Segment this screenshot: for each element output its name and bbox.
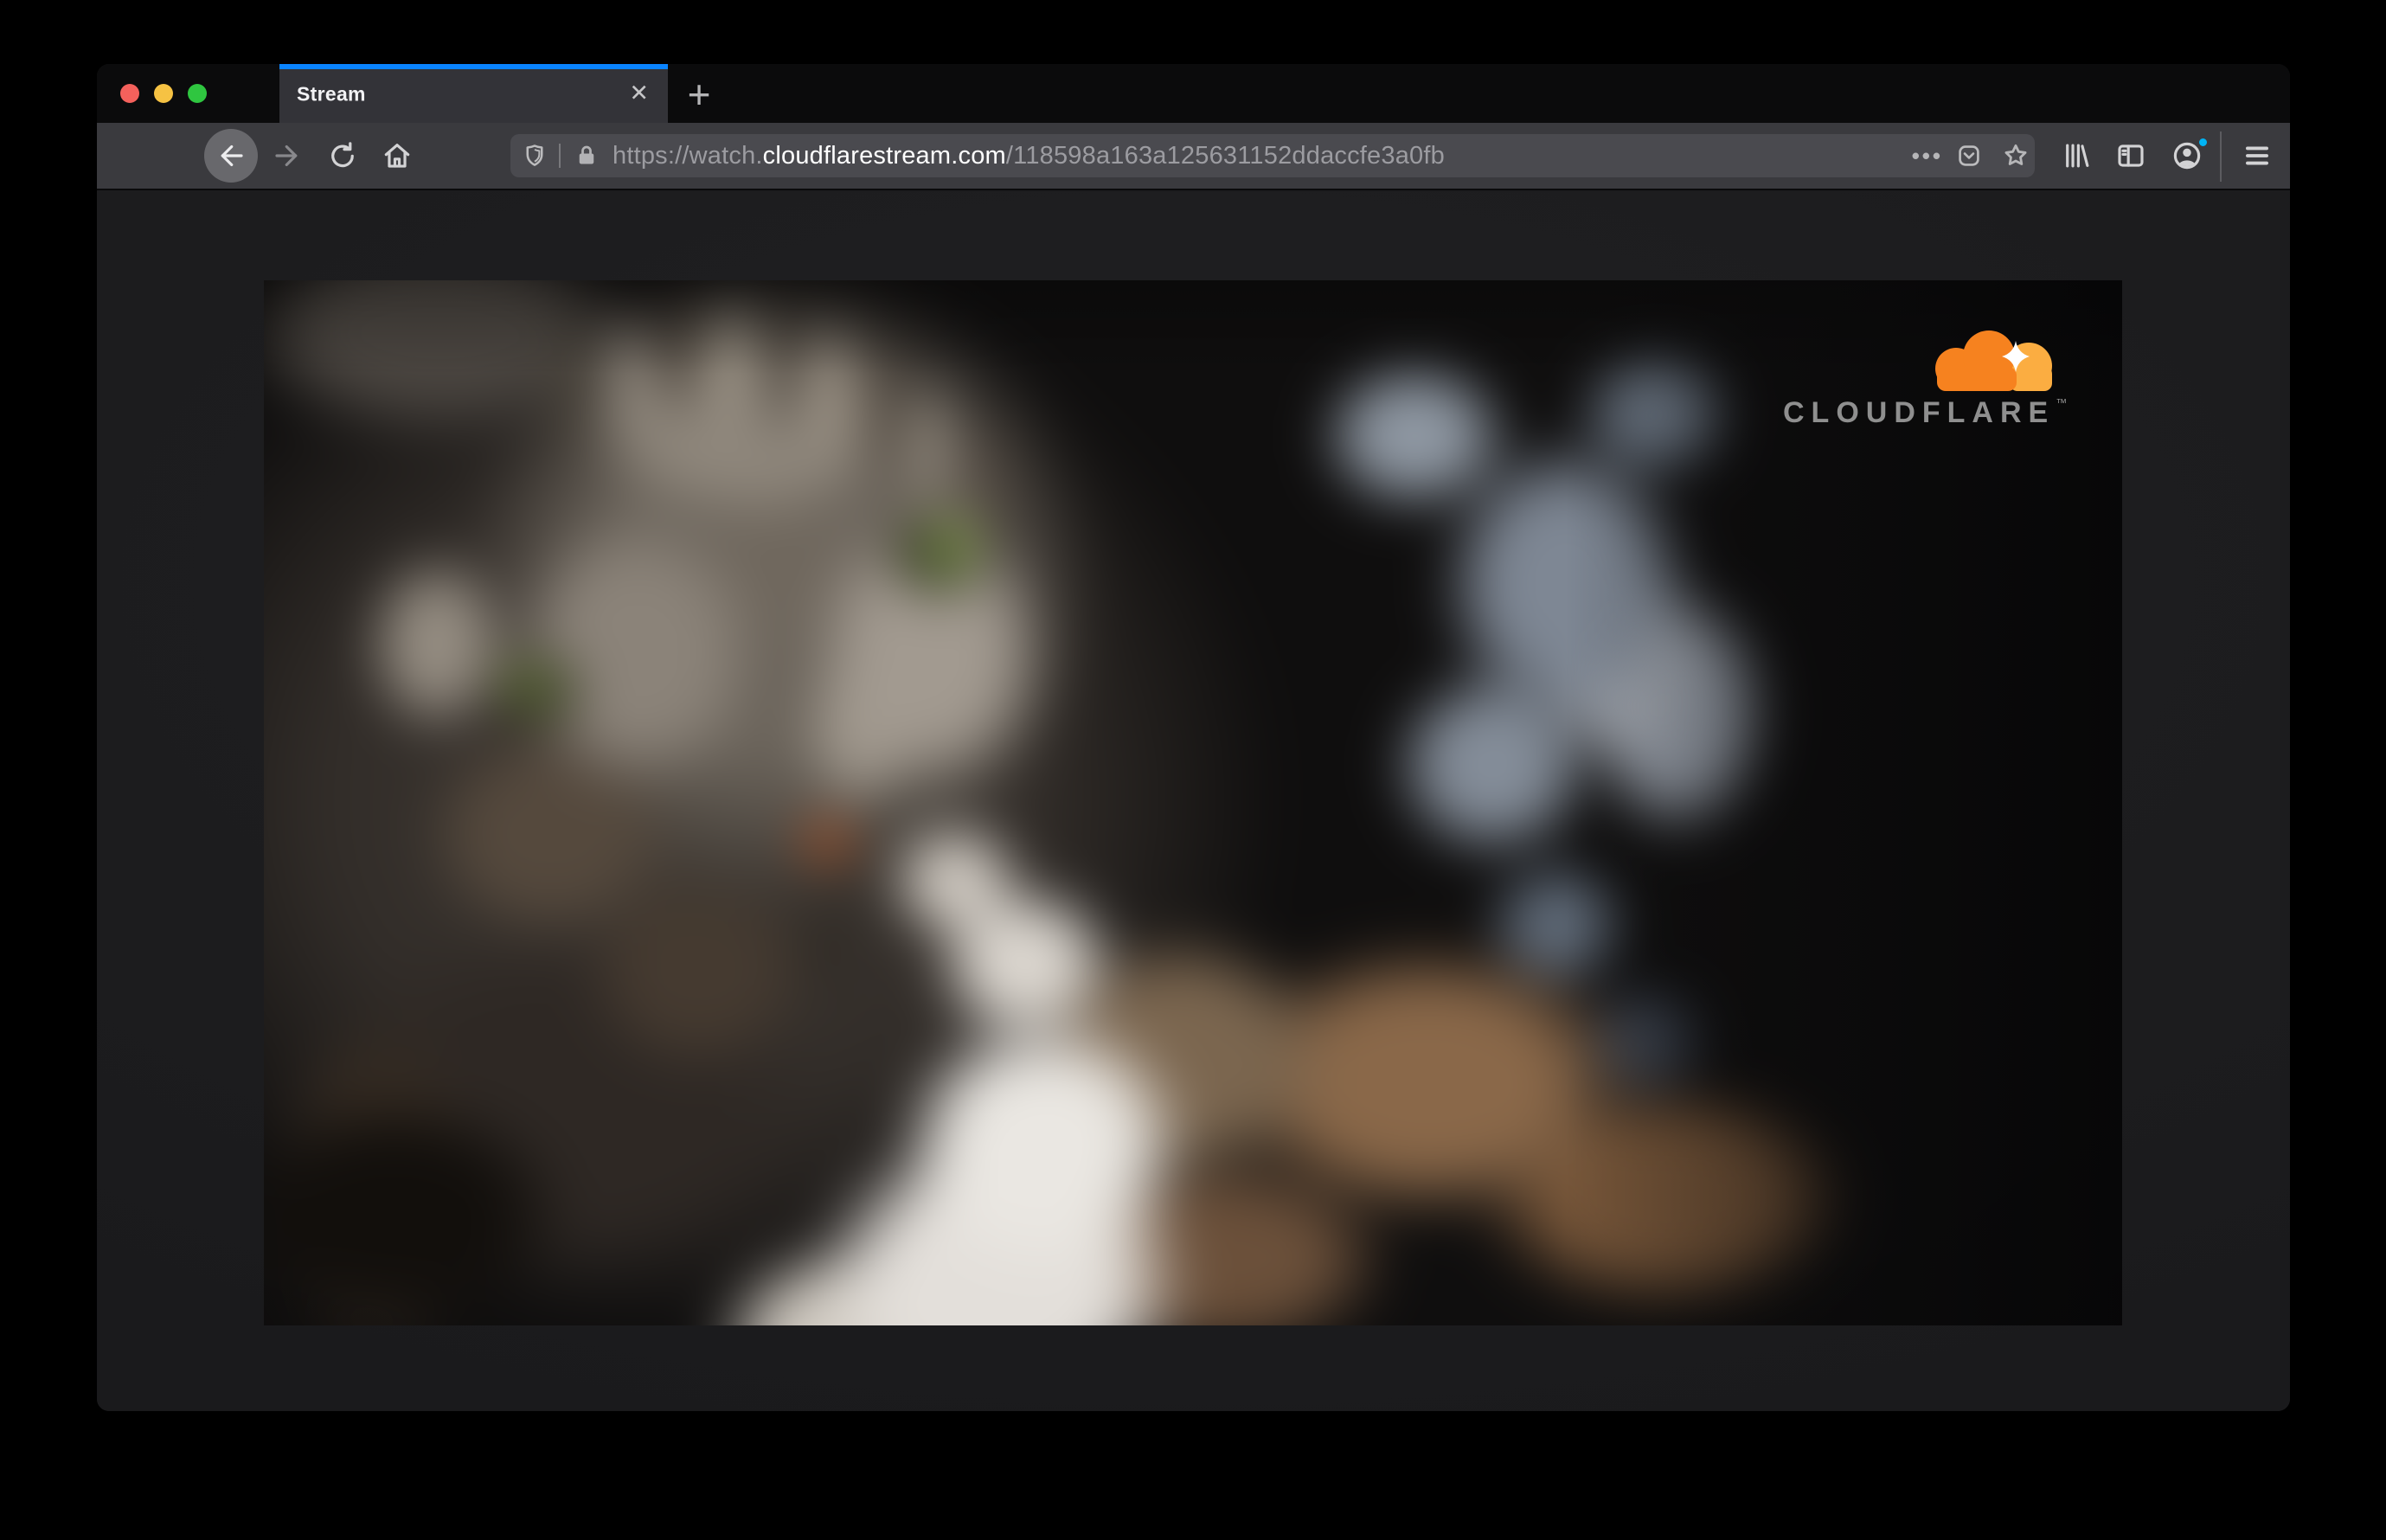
page-actions-icon[interactable]: ••• xyxy=(1908,144,1947,167)
cloudflare-brand-text: CLOUDFLARE xyxy=(1783,396,2056,429)
sidebar-toggle-button[interactable] xyxy=(2114,139,2147,172)
video-player[interactable]: CLOUDFLARE ™ xyxy=(264,280,2122,1325)
window-minimize-button[interactable] xyxy=(154,84,173,103)
url-path: /118598a163a125631152ddaccfe3a0fb xyxy=(1005,141,1445,170)
account-notification-badge xyxy=(2197,136,2210,149)
url-domain: cloudflarestream.com xyxy=(762,141,1006,170)
back-button[interactable] xyxy=(204,129,258,183)
cloudflare-cloud-logo-icon xyxy=(1935,330,2052,391)
tracking-protection-shield-icon[interactable] xyxy=(517,138,552,173)
active-tab-indicator xyxy=(279,64,668,69)
toolbar-divider xyxy=(2220,132,2222,182)
desktop-background: Stream ✕ + https://watch.cloudflarestrea… xyxy=(0,0,2386,1540)
navigation-toolbar: https://watch.cloudflarestream.com/11859… xyxy=(97,123,2290,190)
reload-button[interactable] xyxy=(327,140,359,172)
hamburger-menu-icon xyxy=(2246,146,2268,165)
urlbar-divider xyxy=(559,144,561,168)
browser-window: Stream ✕ + https://watch.cloudflarestrea… xyxy=(97,64,2290,1411)
window-close-button[interactable] xyxy=(120,84,139,103)
titlebar-tabstrip: Stream ✕ + xyxy=(97,64,2290,123)
menu-button[interactable] xyxy=(2241,139,2274,172)
url-text[interactable]: https://watch.cloudflarestream.com/11859… xyxy=(613,142,1445,170)
url-scheme-subdomain: https://watch. xyxy=(613,141,763,170)
back-arrow-icon xyxy=(221,144,243,167)
window-zoom-button[interactable] xyxy=(188,84,207,103)
cloudflare-brand-row: CLOUDFLARE ™ xyxy=(1783,396,2069,429)
page-content: CLOUDFLARE ™ xyxy=(97,192,2290,1411)
home-button[interactable] xyxy=(381,139,414,172)
tab-close-icon[interactable]: ✕ xyxy=(624,80,654,107)
url-bar[interactable]: https://watch.cloudflarestream.com/11859… xyxy=(510,134,2035,177)
pocket-save-icon[interactable] xyxy=(1952,138,1986,173)
lock-icon xyxy=(569,138,604,173)
cloudflare-watermark: CLOUDFLARE ™ xyxy=(1783,330,2069,427)
account-button[interactable] xyxy=(2171,136,2210,172)
video-vignette xyxy=(264,280,2122,1325)
reload-icon xyxy=(331,142,354,168)
tab-title: Stream xyxy=(297,82,366,106)
library-button[interactable] xyxy=(2060,139,2093,172)
trademark-symbol: ™ xyxy=(2056,396,2068,409)
tab-stream[interactable]: Stream ✕ xyxy=(279,64,668,123)
forward-button[interactable] xyxy=(272,140,303,171)
bookmark-star-icon[interactable] xyxy=(1998,138,2033,173)
sidebar-icon xyxy=(2118,144,2144,167)
library-icon xyxy=(2066,144,2089,168)
forward-arrow-icon xyxy=(275,144,298,167)
home-icon xyxy=(384,144,410,168)
new-tab-button[interactable]: + xyxy=(678,71,720,118)
